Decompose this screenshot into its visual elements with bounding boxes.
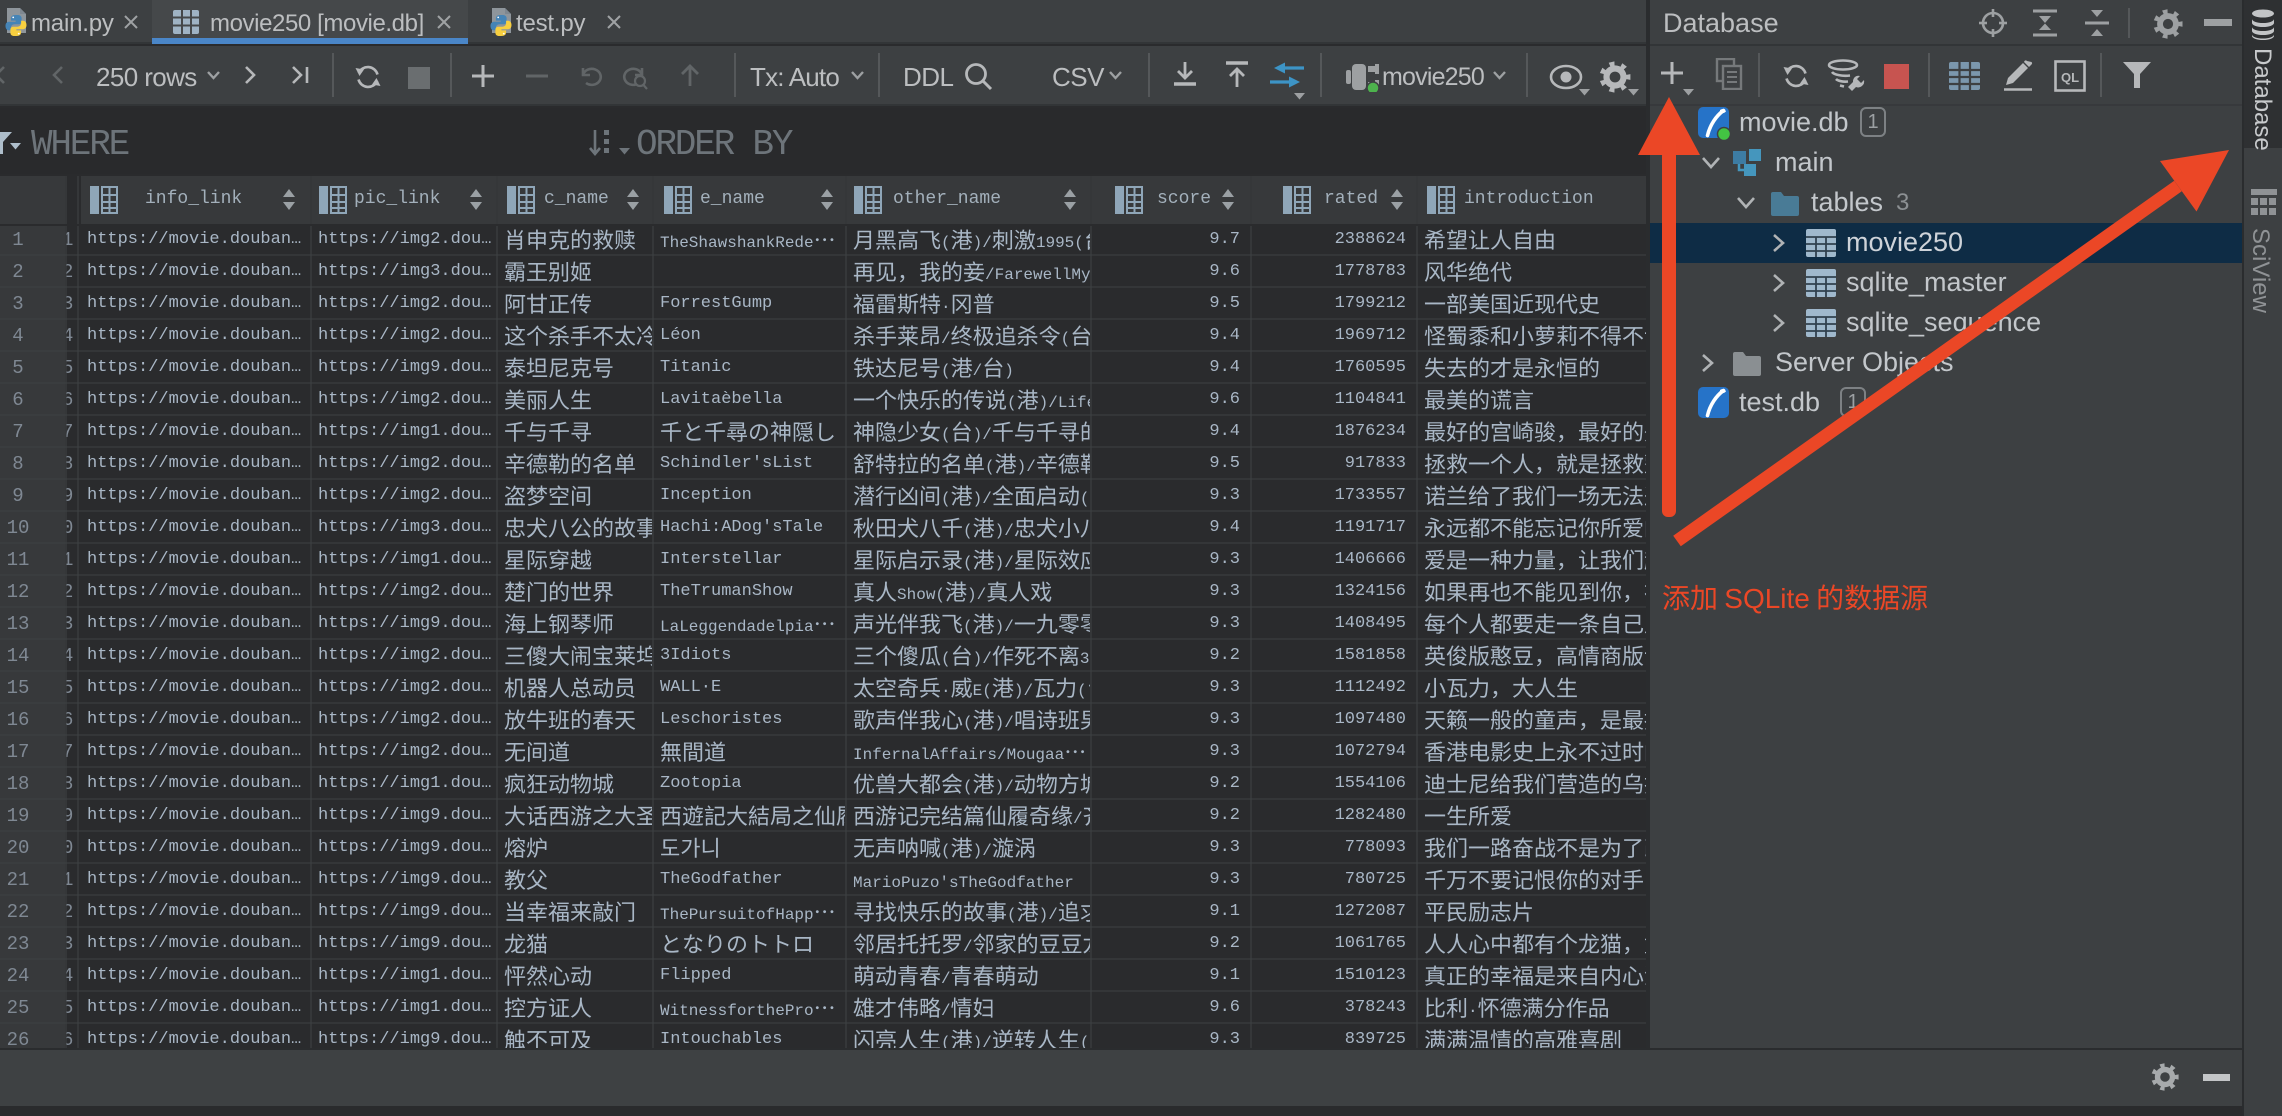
svg-text:QL: QL xyxy=(2061,70,2079,85)
